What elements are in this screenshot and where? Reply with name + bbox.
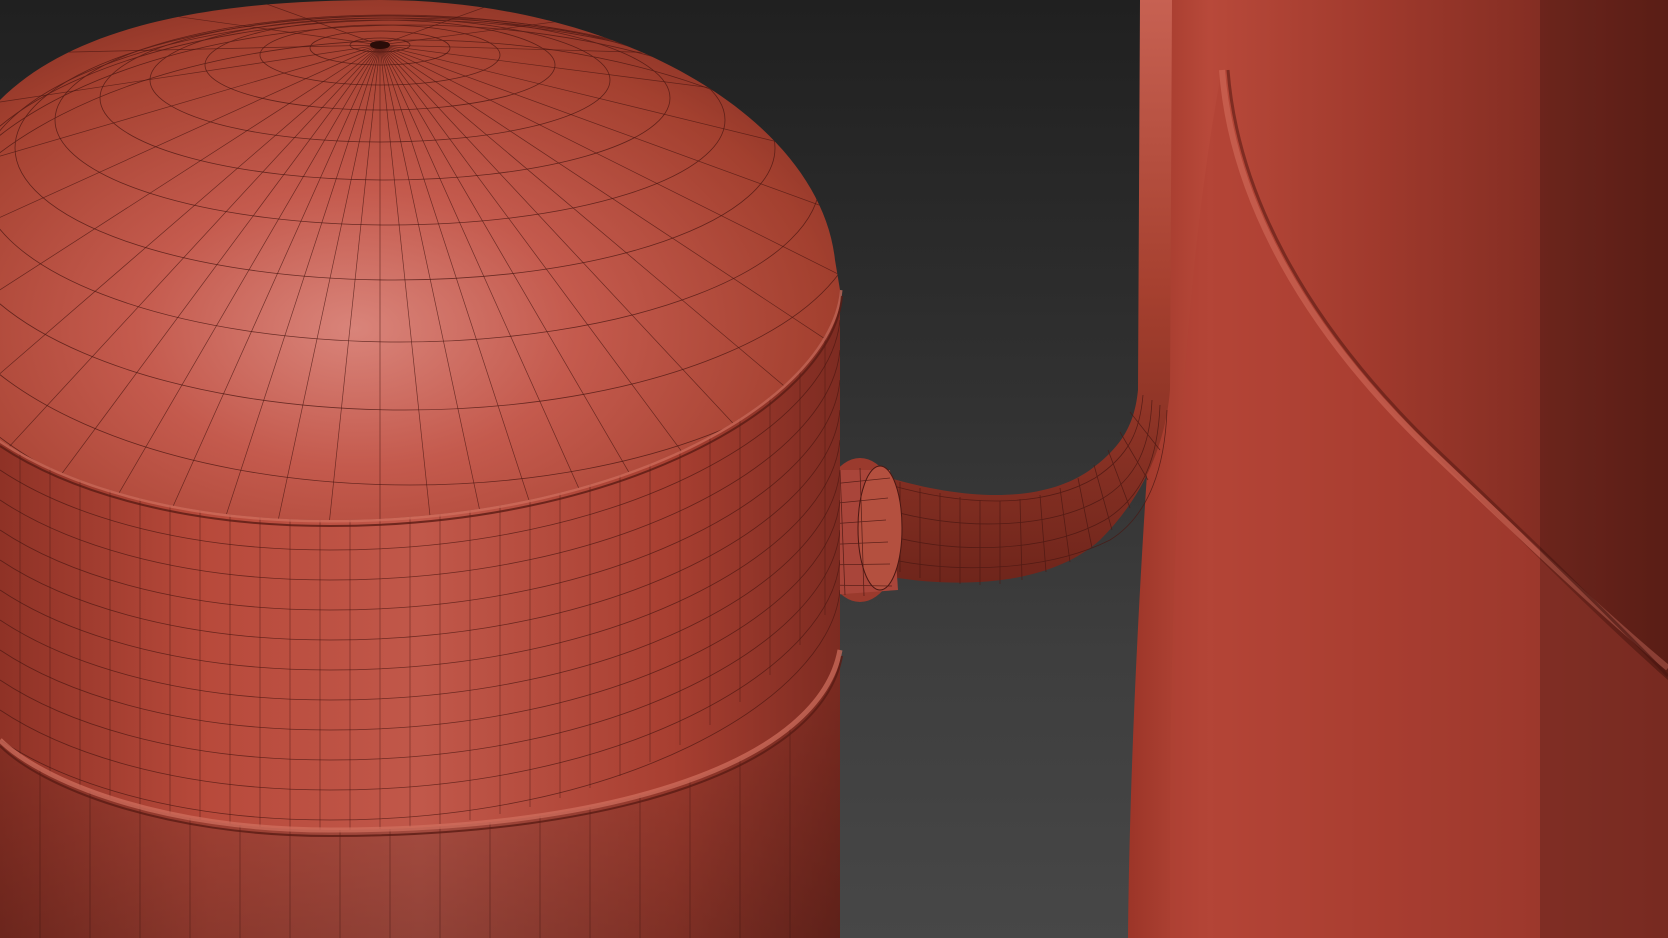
connector-pipe[interactable] (880, 0, 1172, 585)
scene-render[interactable] (0, 0, 1668, 938)
second-tank[interactable] (1128, 0, 1668, 938)
3d-viewport[interactable] (0, 0, 1668, 938)
compressor-tank[interactable] (0, 0, 975, 938)
